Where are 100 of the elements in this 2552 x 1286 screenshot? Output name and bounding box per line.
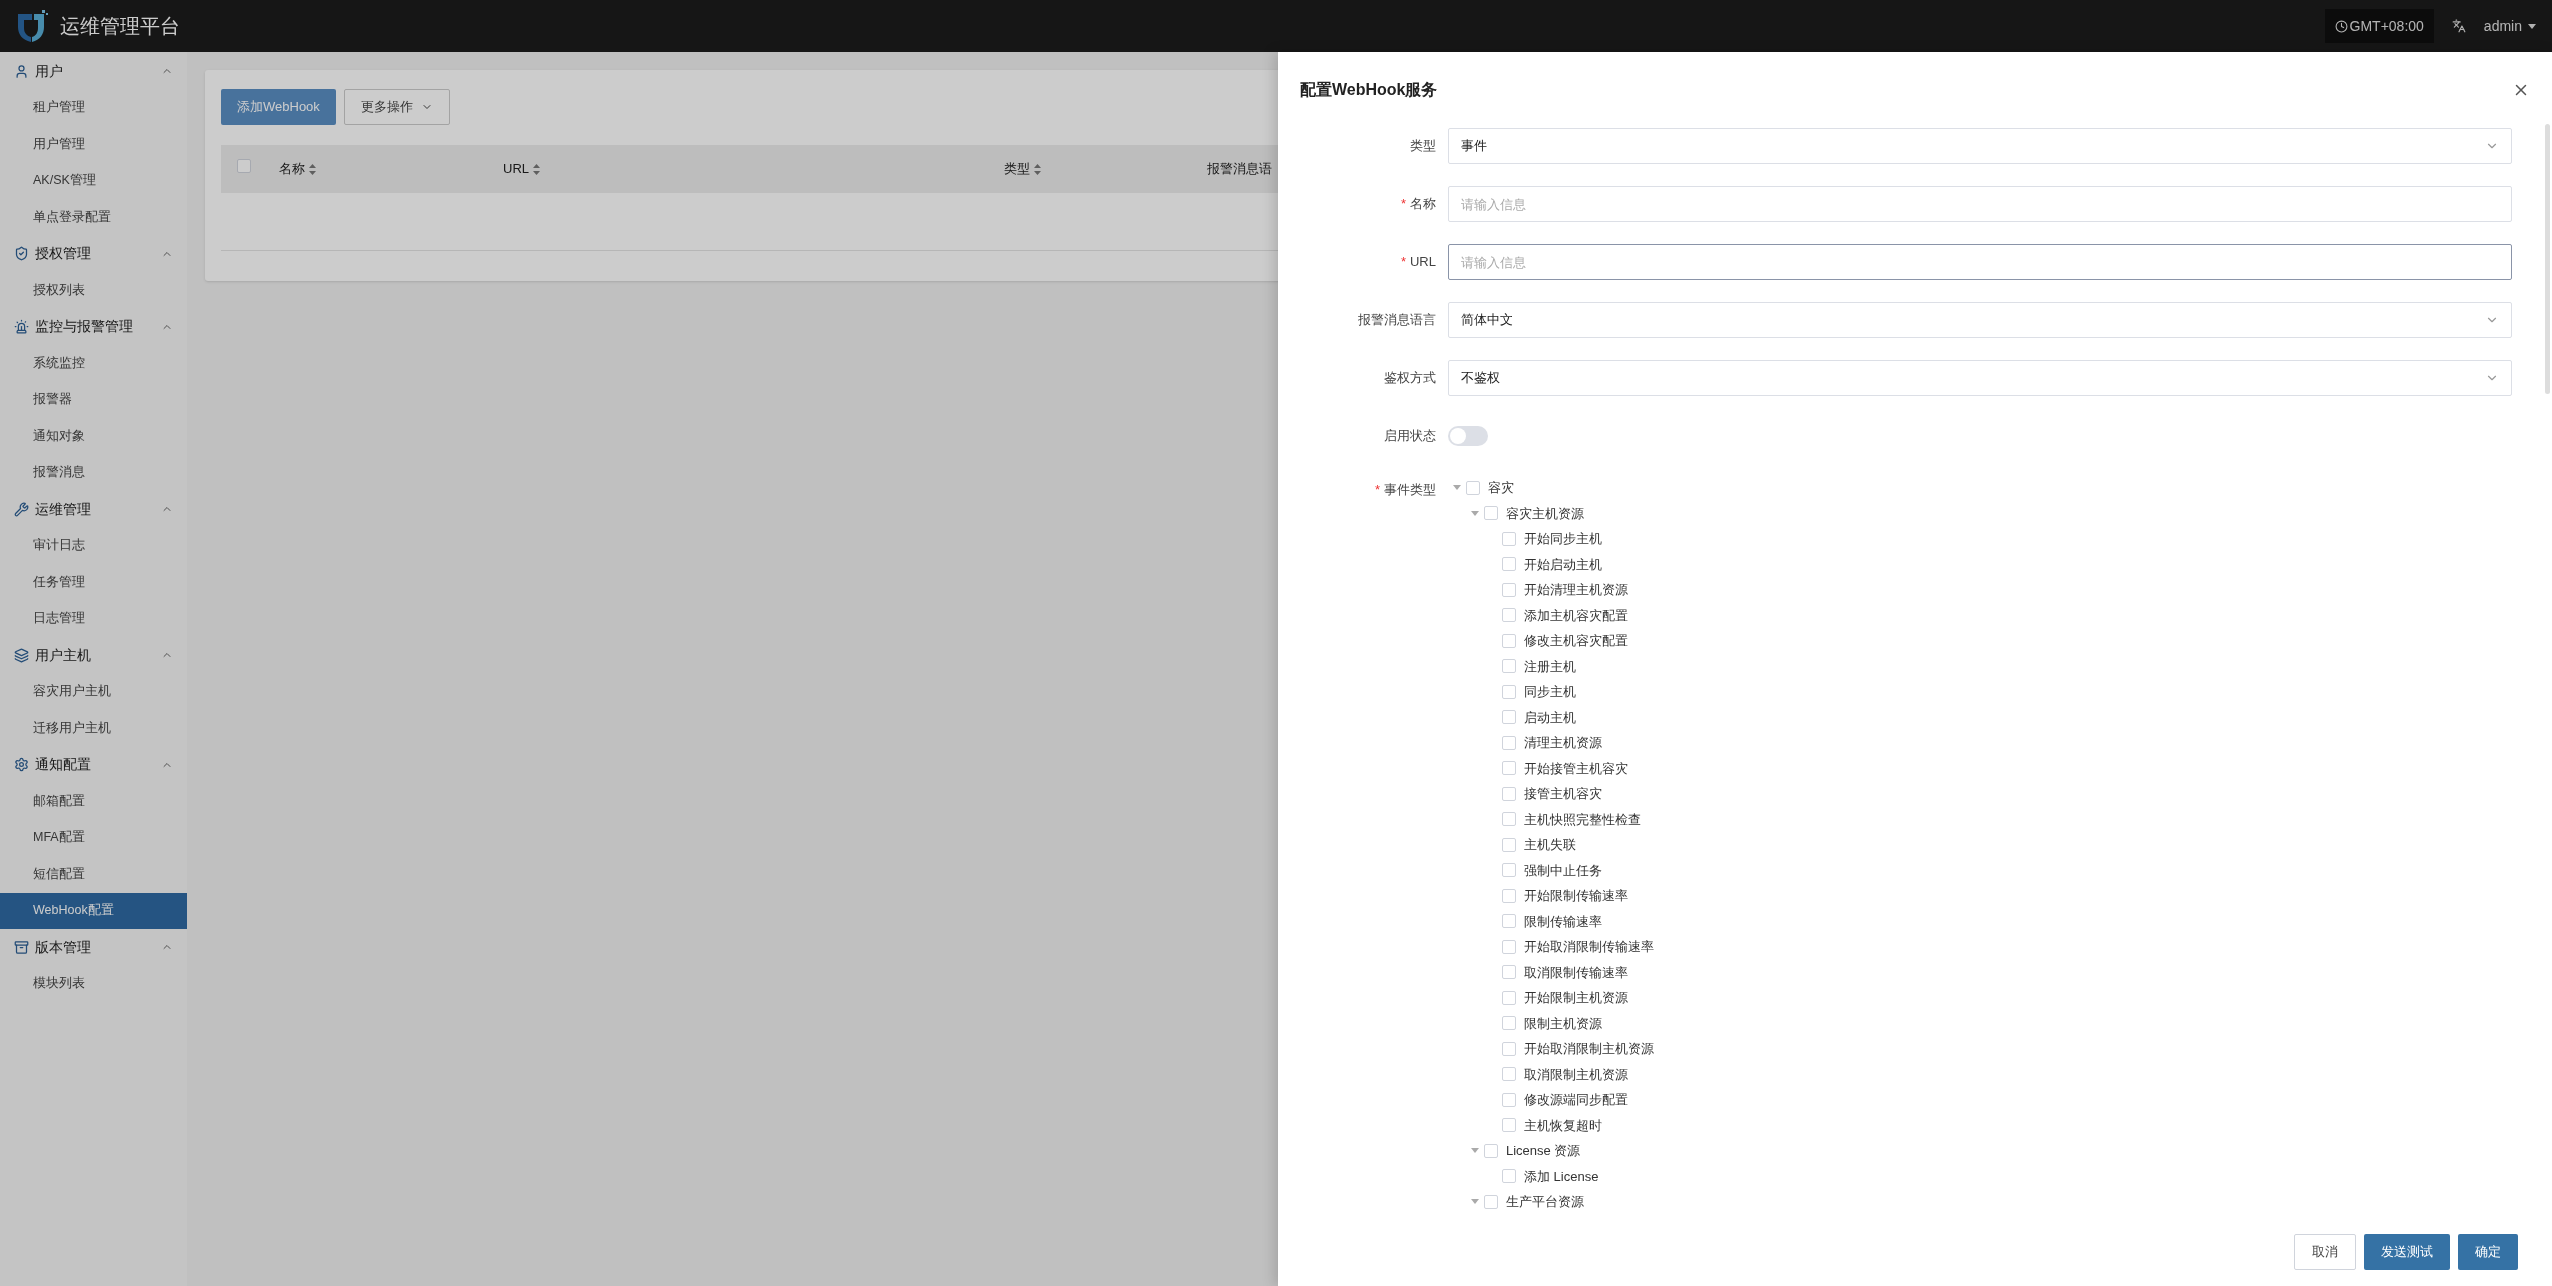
menu-item[interactable]: AK/SK管理 — [0, 162, 187, 199]
checkbox[interactable] — [1502, 939, 1516, 954]
menu-group[interactable]: 运维管理 — [0, 491, 187, 528]
checkbox[interactable] — [1502, 990, 1516, 1005]
tree-label[interactable]: 清理主机资源 — [1524, 733, 1602, 753]
toggle-switch[interactable] — [1448, 426, 1488, 446]
checkbox[interactable] — [237, 159, 251, 174]
footer-button[interactable]: 取消 — [2294, 1234, 2356, 1270]
checkbox[interactable] — [1502, 812, 1516, 827]
menu-item[interactable]: 系统监控 — [0, 345, 187, 382]
user-menu[interactable]: admin — [2483, 15, 2536, 37]
menu-item[interactable]: 租户管理 — [0, 89, 187, 126]
menu-item[interactable]: WebHook配置 — [0, 892, 187, 929]
menu-item[interactable]: 容灾用户主机 — [0, 673, 187, 710]
checkbox[interactable] — [1502, 633, 1516, 648]
tree-label[interactable]: 添加 License — [1524, 1166, 1599, 1186]
menu-item[interactable]: 短信配置 — [0, 856, 187, 893]
tree-label[interactable]: 主机恢复超时 — [1524, 1115, 1602, 1135]
tree-label[interactable]: 主机失联 — [1524, 835, 1576, 855]
menu-item[interactable]: 单点登录配置 — [0, 199, 187, 236]
tree-label[interactable]: 开始同步主机 — [1524, 529, 1602, 549]
tree-label[interactable]: 注册主机 — [1524, 656, 1576, 676]
menu-item[interactable]: 审计日志 — [0, 527, 187, 564]
menu-group[interactable]: 用户主机 — [0, 637, 187, 674]
menu-group[interactable]: 授权管理 — [0, 235, 187, 272]
tree-label[interactable]: 主机快照完整性检查 — [1524, 809, 1641, 829]
checkbox[interactable] — [1502, 1041, 1516, 1056]
language-icon[interactable] — [2451, 19, 2466, 33]
tree-label[interactable]: 容灾 — [1488, 478, 1514, 498]
select-field[interactable]: 简体中文 — [1448, 302, 2512, 338]
menu-item[interactable]: 用户管理 — [0, 126, 187, 163]
tree-label[interactable]: 接管主机容灾 — [1524, 784, 1602, 804]
checkbox[interactable] — [1502, 1067, 1516, 1082]
checkbox[interactable] — [1502, 684, 1516, 699]
footer-button[interactable]: 发送测试 — [2364, 1234, 2450, 1270]
tree-label[interactable]: 容灾主机资源 — [1506, 503, 1584, 523]
menu-item[interactable]: 迁移用户主机 — [0, 710, 187, 747]
timezone-badge[interactable]: GMT+08:00 — [2324, 9, 2434, 43]
checkbox[interactable] — [1502, 1169, 1516, 1184]
checkbox[interactable] — [1502, 659, 1516, 674]
tree-label[interactable]: 开始启动主机 — [1524, 554, 1602, 574]
tree-label[interactable]: 修改源端同步配置 — [1524, 1090, 1628, 1110]
menu-item[interactable]: 邮箱配置 — [0, 783, 187, 820]
caret-icon[interactable] — [1471, 510, 1479, 516]
checkbox[interactable] — [1502, 557, 1516, 572]
more-actions-button[interactable]: 更多操作 — [343, 89, 450, 125]
column-header[interactable]: URL — [503, 159, 1004, 179]
menu-group[interactable]: 用户 — [0, 53, 187, 90]
tree-label[interactable]: 生产平台资源 — [1506, 1192, 1584, 1212]
tree-label[interactable]: 限制传输速率 — [1524, 911, 1602, 931]
checkbox[interactable] — [1466, 480, 1480, 495]
tree-label[interactable]: 开始取消限制主机资源 — [1524, 1039, 1654, 1059]
sort-icon[interactable] — [533, 163, 540, 175]
scrollbar-thumb[interactable] — [2545, 124, 2550, 394]
tree-label[interactable]: 开始接管主机容灾 — [1524, 758, 1628, 778]
checkbox[interactable] — [1502, 582, 1516, 597]
checkbox[interactable] — [1502, 914, 1516, 929]
caret-icon[interactable] — [1471, 1199, 1479, 1205]
menu-group[interactable]: 监控与报警管理 — [0, 308, 187, 345]
tree-label[interactable]: 添加主机容灾配置 — [1524, 605, 1628, 625]
checkbox[interactable] — [1502, 888, 1516, 903]
tree-label[interactable]: 开始限制主机资源 — [1524, 988, 1628, 1008]
checkbox[interactable] — [1502, 608, 1516, 623]
menu-item[interactable]: 授权列表 — [0, 272, 187, 309]
checkbox[interactable] — [1502, 761, 1516, 776]
caret-icon[interactable] — [1471, 1148, 1479, 1154]
menu-item[interactable]: 报警消息 — [0, 454, 187, 491]
checkbox[interactable] — [1502, 863, 1516, 878]
checkbox[interactable] — [1484, 1194, 1498, 1209]
tree-label[interactable]: 修改主机容灾配置 — [1524, 631, 1628, 651]
checkbox[interactable] — [1502, 710, 1516, 725]
tree-label[interactable]: 取消限制主机资源 — [1524, 1064, 1628, 1084]
column-header[interactable]: 类型 — [1004, 159, 1207, 179]
checkbox[interactable] — [1502, 837, 1516, 852]
checkbox[interactable] — [1502, 531, 1516, 546]
tree-label[interactable]: 开始清理主机资源 — [1524, 580, 1628, 600]
tree-label[interactable]: 取消限制传输速率 — [1524, 962, 1628, 982]
column-header[interactable]: 名称 — [279, 159, 503, 179]
menu-item[interactable]: 报警器 — [0, 381, 187, 418]
menu-item[interactable]: 日志管理 — [0, 600, 187, 637]
select-field[interactable]: 不鉴权 — [1448, 360, 2512, 396]
sort-icon[interactable] — [1034, 163, 1041, 175]
tree-label[interactable]: 启动主机 — [1524, 707, 1576, 727]
tree-label[interactable]: 同步主机 — [1524, 682, 1576, 702]
checkbox[interactable] — [1502, 735, 1516, 750]
checkbox[interactable] — [1502, 1016, 1516, 1031]
tree-label[interactable]: 强制中止任务 — [1524, 860, 1602, 880]
input-field[interactable]: 请输入信息 — [1448, 244, 2512, 280]
checkbox[interactable] — [1502, 965, 1516, 980]
column-header[interactable]: 报警消息语 — [1207, 159, 1272, 179]
menu-group[interactable]: 通知配置 — [0, 746, 187, 783]
menu-item[interactable]: 通知对象 — [0, 418, 187, 455]
sort-icon[interactable] — [309, 163, 316, 175]
menu-item[interactable]: 任务管理 — [0, 564, 187, 601]
checkbox[interactable] — [1484, 1143, 1498, 1158]
checkbox[interactable] — [1484, 506, 1498, 521]
menu-group[interactable]: 版本管理 — [0, 929, 187, 966]
caret-icon[interactable] — [1453, 485, 1461, 491]
checkbox[interactable] — [1502, 786, 1516, 801]
footer-button[interactable]: 确定 — [2458, 1234, 2518, 1270]
